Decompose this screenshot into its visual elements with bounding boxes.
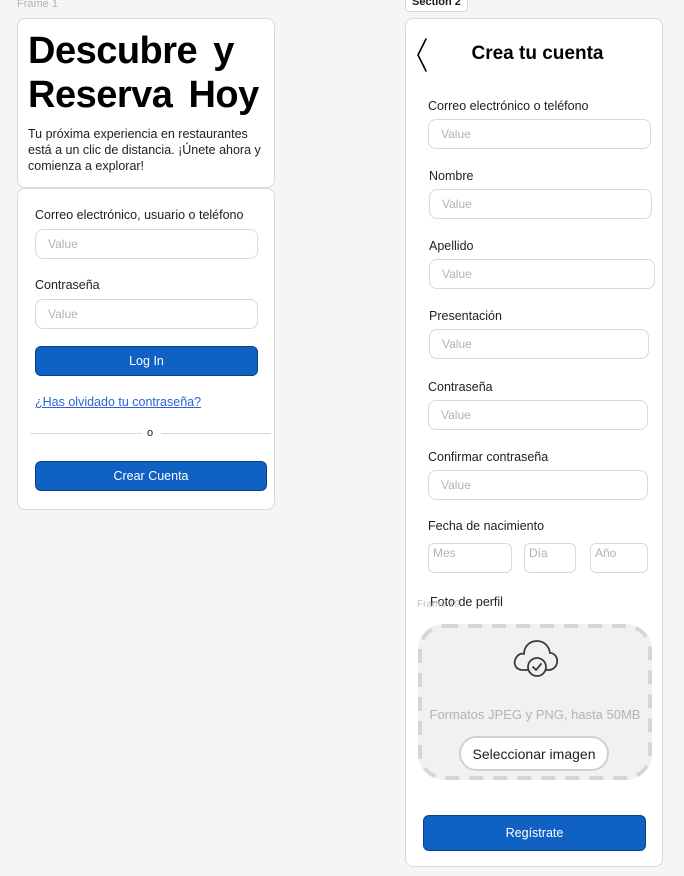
password-input[interactable]: Value: [428, 400, 648, 430]
field-label-bio: Presentación: [429, 309, 502, 323]
login-user-input[interactable]: Value: [35, 229, 258, 259]
login-button[interactable]: Log In: [35, 346, 258, 376]
frame-19-label: Frame 19: [417, 599, 460, 610]
birth-year-input[interactable]: Año: [590, 543, 648, 573]
birthdate-label: Fecha de nacimiento: [428, 519, 545, 533]
cloud-check-icon: [513, 640, 559, 677]
frame-1-label: Frame 1: [17, 0, 58, 10]
bio-input[interactable]: Value: [429, 329, 649, 359]
confirm-password-input[interactable]: Value: [428, 470, 648, 500]
signup-card: Crea tu cuenta Correo electrónico o telé…: [405, 18, 663, 867]
signup-title: Crea tu cuenta: [471, 43, 604, 64]
login-user-label: Correo electrónico, usuario o teléfono: [35, 208, 244, 222]
select-image-button[interactable]: Seleccionar imagen: [459, 736, 609, 771]
field-label-first-name: Nombre: [429, 169, 474, 183]
divider-text: o: [147, 427, 154, 439]
birth-month-input[interactable]: Mes: [428, 543, 512, 573]
hero-subtitle: Tu próxima experiencia en restaurantes e…: [28, 127, 261, 173]
section-2-label: Section 2: [405, 0, 468, 12]
login-password-input[interactable]: Value: [35, 299, 258, 329]
login-password-label: Contraseña: [35, 278, 100, 292]
hero-card: Descubre y Reserva Hoy Tu próxima experi…: [17, 18, 275, 188]
hero-title: Descubre y Reserva Hoy: [28, 30, 259, 116]
create-account-button[interactable]: Crear Cuenta: [35, 461, 267, 491]
divider-right: [161, 433, 271, 434]
field-label-confirm-password: Confirmar contraseña: [428, 450, 549, 464]
login-card: Correo electrónico, usuario o teléfono V…: [17, 188, 275, 510]
field-label-password: Contraseña: [428, 380, 493, 394]
last-name-input[interactable]: Value: [429, 259, 655, 289]
field-label-last-name: Apellido: [429, 239, 474, 253]
first-name-input[interactable]: Value: [429, 189, 652, 219]
forgot-password-link[interactable]: ¿Has olvidado tu contraseña?: [35, 395, 201, 409]
divider-left: [30, 433, 142, 434]
register-button[interactable]: Regístrate: [423, 815, 646, 851]
email-or-phone-input[interactable]: Value: [428, 119, 651, 149]
upload-format-hint: Formatos JPEG y PNG, hasta 50MB: [429, 707, 641, 722]
field-label-email: Correo electrónico o teléfono: [428, 99, 589, 113]
photo-upload-dropzone[interactable]: Formatos JPEG y PNG, hasta 50MB Seleccio…: [418, 624, 652, 780]
birth-day-input[interactable]: Día: [524, 543, 576, 573]
